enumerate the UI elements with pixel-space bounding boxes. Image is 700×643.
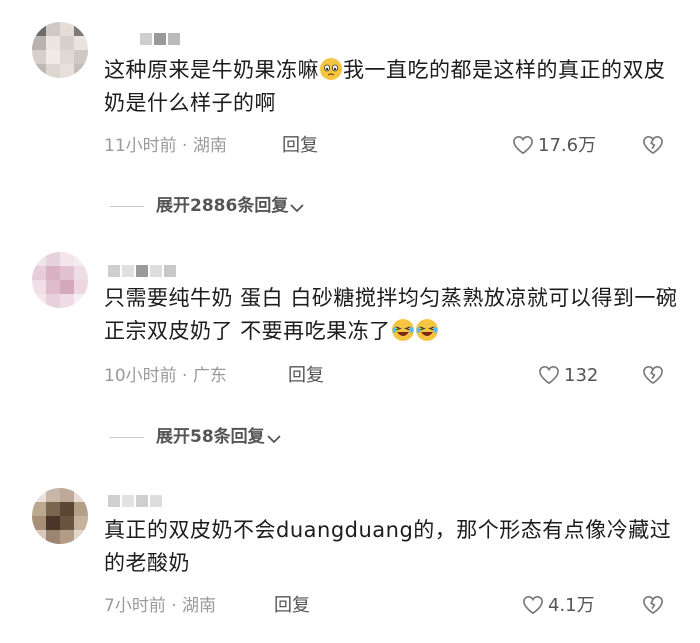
comment-meta: 7小时前 · 湖南 回复 [104,594,310,618]
comment-time: 7小时前 [104,596,166,616]
dislike-button[interactable] [642,364,668,388]
reply-button[interactable]: 回复 [282,134,318,158]
dislike-button[interactable] [642,134,668,158]
avatar[interactable] [32,252,88,308]
like-count: 17.6万 [538,135,597,156]
meta-separator: · [171,596,177,616]
broken-heart-icon [643,595,663,614]
divider [110,436,144,438]
like-count: 4.1万 [548,595,595,616]
laughing-face-icon [415,319,438,341]
username-mosaic[interactable] [108,262,178,277]
comment-text-body: 真正的双皮奶不会duangduang的，那个形态有点像冷藏过的老酸奶 [104,518,672,575]
pensive-face-icon [320,58,342,80]
reply-button[interactable]: 回复 [288,364,324,388]
broken-heart-icon [643,365,663,384]
comment-meta: 11小时前 · 湖南 回复 [104,134,318,158]
comment-time: 10小时前 [104,366,177,386]
meta-separator: · [182,136,188,156]
expand-replies-label: 展开2886条回复 [156,196,289,216]
heart-outline-icon [523,595,543,615]
chevron-down-icon [290,204,304,213]
username-mosaic[interactable] [108,492,164,507]
expand-replies-button[interactable]: 展开2886条回复 [110,193,304,219]
reply-button[interactable]: 回复 [274,594,310,618]
avatar[interactable] [32,22,88,78]
like-button[interactable]: 132 [538,364,598,388]
comment-meta: 10小时前 · 广东 回复 [104,364,324,388]
laughing-face-icon [391,319,414,341]
heart-outline-icon [513,135,533,155]
divider [110,205,144,207]
heart-outline-icon [539,365,559,385]
expand-replies-button[interactable]: 展开58条回复 [110,424,281,450]
meta-separator: · [182,366,188,386]
expand-replies-label: 展开58条回复 [156,427,265,447]
comment-text: 真正的双皮奶不会duangduang的，那个形态有点像冷藏过的老酸奶 [104,514,684,580]
broken-heart-icon [643,135,663,154]
username-mosaic[interactable] [140,30,182,45]
comment-time: 11小时前 [104,136,177,156]
comment-location: 广东 [192,366,227,386]
avatar[interactable] [32,488,88,544]
comment-location: 湖南 [192,136,227,156]
comment-location: 湖南 [182,596,217,616]
chevron-down-icon [267,435,281,444]
comment-text-part1: 这种原来是牛奶果冻嘛 [104,58,319,82]
like-count: 132 [564,365,599,386]
dislike-button[interactable] [642,594,668,618]
comment-text: 这种原来是牛奶果冻嘛 我一直吃的都是这样的真正的双皮奶是什么样子的啊 [104,54,684,120]
comment-text: 只需要纯牛奶 蛋白 白砂糖搅拌均匀蒸熟放凉就可以得到一碗正宗双皮奶了 不要再吃果… [104,282,684,348]
like-button[interactable]: 4.1万 [522,594,595,618]
like-button[interactable]: 17.6万 [512,134,596,158]
